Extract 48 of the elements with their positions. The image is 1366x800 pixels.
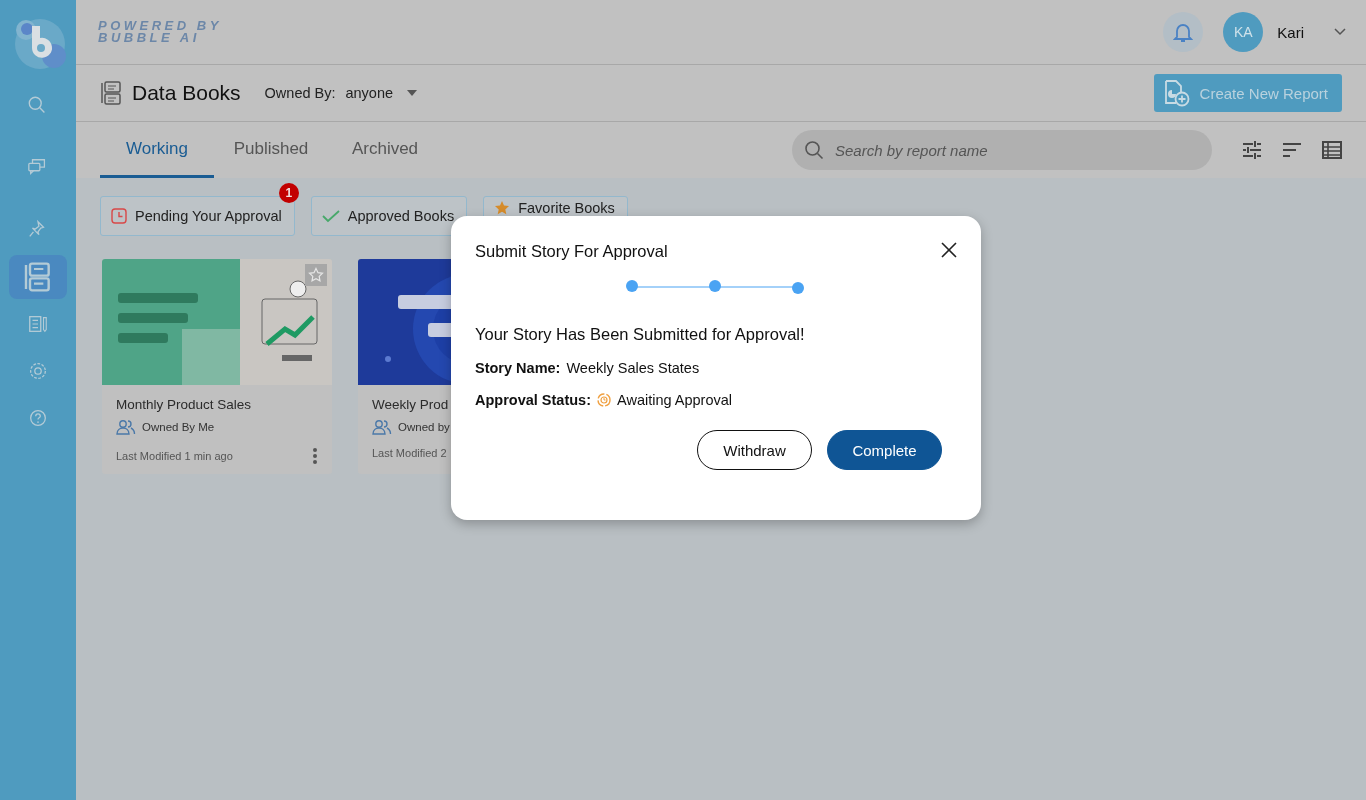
withdraw-button[interactable]: Withdraw <box>697 430 812 470</box>
owner-dropdown[interactable]: anyone <box>345 85 394 101</box>
tab[interactable]: Working <box>100 122 214 178</box>
card-modified: Last Modified 2 <box>372 447 447 459</box>
notification-button[interactable] <box>1163 12 1204 52</box>
star-icon <box>494 200 511 216</box>
table-view-icon[interactable] <box>1322 141 1342 159</box>
field-value: Awaiting Approval <box>617 392 733 408</box>
check-icon <box>321 208 340 224</box>
notebook-icon <box>27 313 49 335</box>
settings-icon <box>27 360 49 382</box>
complete-button[interactable]: Complete <box>827 430 942 470</box>
dialog-heading: Your Story Has Been Submitted for Approval! <box>475 325 806 344</box>
tab[interactable]: Published <box>214 122 328 178</box>
card-owner: Owned by <box>398 421 450 433</box>
bell-icon <box>1173 21 1194 43</box>
filter-chip[interactable]: Approved Books <box>310 196 468 236</box>
field-label: Approval Status: <box>475 392 591 408</box>
star-icon <box>308 267 324 283</box>
count-badge: 1 <box>278 183 299 203</box>
books-icon <box>100 80 122 106</box>
owner-label: Owned By: <box>264 85 336 101</box>
clock-icon <box>111 208 127 224</box>
close-icon[interactable] <box>941 242 957 258</box>
sidebar-item[interactable] <box>9 255 67 299</box>
card-title: Weekly Prod <box>372 397 449 412</box>
filter-chip[interactable]: Pending Your Approval <box>100 196 295 236</box>
users-icon <box>372 419 392 435</box>
favorite-button[interactable] <box>305 264 327 286</box>
filter-sliders-icon[interactable] <box>1242 140 1262 160</box>
chevron-down-icon[interactable] <box>1334 28 1346 36</box>
page-title: Data Books <box>132 81 241 105</box>
field-label: Story Name: <box>475 360 561 376</box>
tab[interactable]: Archived <box>328 122 442 178</box>
card-modified: Last Modified 1 min ago <box>116 450 233 462</box>
caret-icon[interactable] <box>407 90 418 96</box>
field-value: Weekly Sales States <box>566 360 700 376</box>
pending-status-icon <box>597 393 611 407</box>
card-owner: Owned By Me <box>142 421 215 433</box>
help-icon <box>27 407 49 429</box>
card-title: Monthly Product Sales <box>116 397 252 412</box>
user-name[interactable]: Kari <box>1277 23 1304 41</box>
users-icon <box>116 419 136 435</box>
dialog-title: Submit Story For Approval <box>475 242 668 261</box>
more-icon[interactable] <box>312 447 318 465</box>
brand-logo: POWERED BY BUBBLE AI <box>98 20 222 44</box>
sort-icon[interactable] <box>1282 142 1302 158</box>
search-field[interactable]: Search by report name <box>792 130 1212 170</box>
